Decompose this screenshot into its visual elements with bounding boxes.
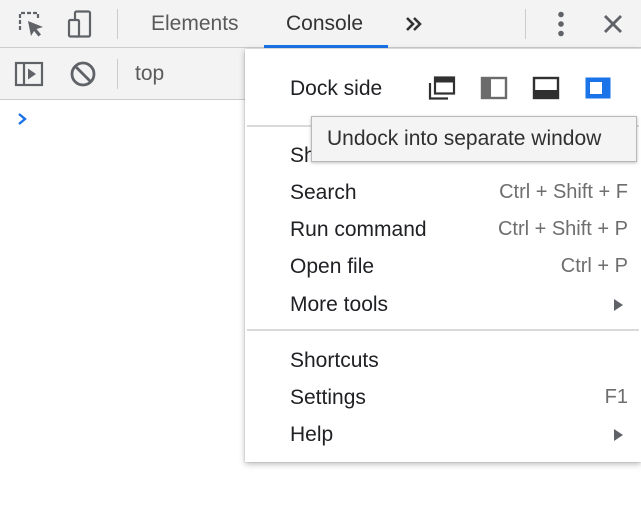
menu-item-shortcut: F1 bbox=[604, 386, 628, 408]
menu-item-shortcut: Ctrl + P bbox=[560, 255, 628, 277]
double-chevron-right-icon[interactable] bbox=[398, 8, 430, 40]
menu-item-settings[interactable]: Settings F1 bbox=[245, 379, 641, 416]
toolbar-divider bbox=[525, 9, 526, 39]
menu-item-label: Shortcuts bbox=[290, 349, 379, 372]
undock-tooltip: Undock into separate window bbox=[311, 116, 637, 162]
menu-item-label: Open file bbox=[290, 255, 375, 278]
submenu-arrow-icon bbox=[614, 299, 623, 311]
menu-item-label: More tools bbox=[290, 293, 389, 316]
devtools-window: Elements Console top Dock side Search Ct… bbox=[0, 0, 641, 507]
menu-item-search[interactable]: Search Ctrl + Shift + F bbox=[245, 174, 641, 211]
customize-menu: Dock side Search Ctrl + Shift + F Run co… bbox=[245, 49, 641, 462]
show-sidebar-icon[interactable] bbox=[13, 58, 45, 90]
menu-item-more-tools[interactable]: More tools bbox=[245, 286, 641, 323]
menu-separator bbox=[247, 329, 639, 331]
menu-item-shortcut: Ctrl + Shift + F bbox=[499, 181, 628, 203]
kebab-menu-icon[interactable] bbox=[545, 8, 577, 40]
undock-icon[interactable] bbox=[428, 76, 456, 100]
menu-item-label: Help bbox=[290, 423, 334, 446]
dock-bottom-icon[interactable] bbox=[532, 76, 560, 100]
select-element-icon[interactable] bbox=[15, 8, 47, 40]
dock-right-icon[interactable] bbox=[584, 76, 612, 100]
devtools-tab-bar: Elements Console bbox=[0, 0, 641, 48]
tab-console[interactable]: Console bbox=[286, 0, 363, 48]
toolbar-divider bbox=[117, 59, 118, 89]
toolbar-divider bbox=[117, 9, 118, 39]
menu-item-help[interactable]: Help bbox=[245, 416, 641, 453]
dock-side-label: Dock side bbox=[290, 77, 383, 100]
menu-item-label: Run command bbox=[290, 218, 427, 241]
menu-item-shortcut: Ctrl + Shift + P bbox=[497, 218, 628, 240]
menu-item-run-command[interactable]: Run command Ctrl + Shift + P bbox=[245, 211, 641, 248]
dock-left-icon[interactable] bbox=[480, 76, 508, 100]
menu-item-shortcuts[interactable]: Shortcuts bbox=[245, 342, 641, 379]
prompt-chevron-icon bbox=[16, 112, 30, 131]
menu-item-open-file[interactable]: Open file Ctrl + P bbox=[245, 248, 641, 285]
close-icon[interactable] bbox=[597, 8, 629, 40]
submenu-arrow-icon bbox=[614, 429, 623, 441]
clear-console-icon[interactable] bbox=[67, 58, 99, 90]
device-toolbar-icon[interactable] bbox=[65, 8, 97, 40]
tab-elements[interactable]: Elements bbox=[151, 0, 239, 48]
menu-item-label: Search bbox=[290, 181, 357, 204]
menu-item-label: Settings bbox=[290, 386, 366, 409]
execution-context-selector[interactable]: top bbox=[135, 48, 164, 100]
